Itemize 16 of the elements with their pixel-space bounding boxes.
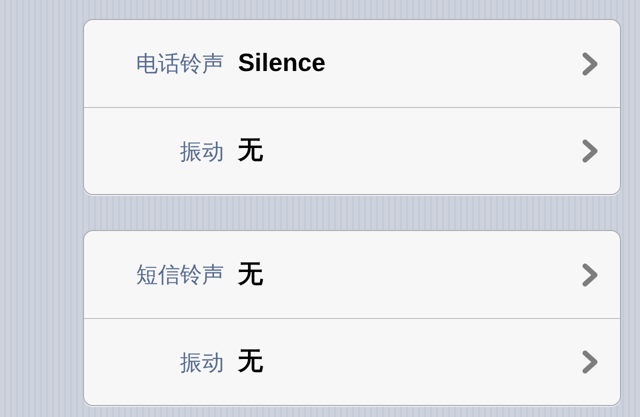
row-value: 无 [238, 347, 263, 376]
chevron-icon [581, 350, 599, 374]
settings-row[interactable]: 短信铃声 无 [84, 231, 620, 318]
row-label: 短信铃声 [135, 261, 225, 289]
chevron-icon [581, 262, 599, 286]
row-label: 振动 [179, 348, 225, 376]
row-value: Silence [238, 48, 326, 77]
row-value: 无 [238, 136, 263, 164]
row-label: 振动 [179, 138, 225, 166]
chevron-icon [581, 52, 599, 76]
settings-row[interactable]: 振动 无 [84, 318, 620, 405]
row-label: 电话铃声 [135, 50, 225, 78]
settings-row[interactable]: 振动 无 [84, 107, 620, 194]
row-value: 无 [238, 260, 263, 288]
chevron-icon [581, 139, 599, 163]
settings-row[interactable]: 电话铃声 Silence [84, 20, 620, 107]
